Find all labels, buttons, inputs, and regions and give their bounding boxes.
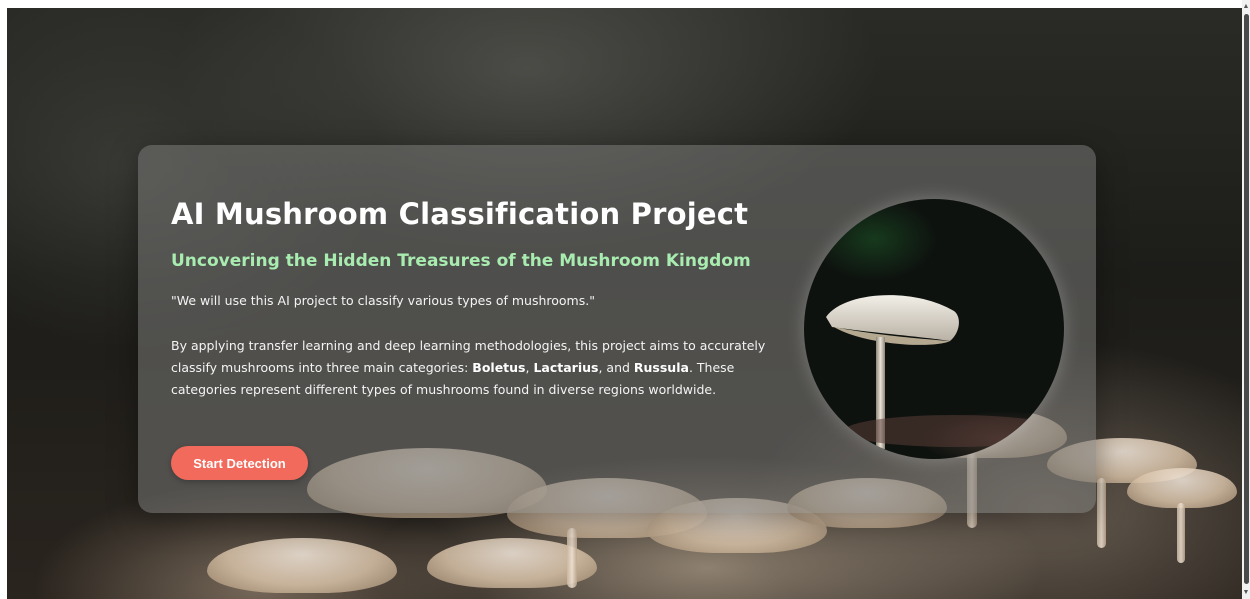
up-arrow-icon[interactable]: ▲	[1242, 2, 1250, 12]
background-mushroom	[1127, 468, 1237, 508]
background-mushroom-stem	[1097, 478, 1106, 548]
mushroom-photo	[804, 199, 1064, 459]
project-quote: "We will use this AI project to classify…	[171, 293, 595, 308]
category-russula: Russula	[633, 360, 689, 375]
category-lactarius: Lactarius	[533, 360, 599, 375]
background-mushroom-stem	[567, 528, 577, 588]
mushroom-illustration	[826, 295, 1064, 449]
background-mushroom	[207, 538, 397, 593]
start-detection-button[interactable]: Start Detection	[171, 446, 308, 480]
scrollbar-thumb[interactable]	[1244, 14, 1249, 584]
project-description: By applying transfer learning and deep l…	[171, 335, 771, 401]
category-boletus: Boletus	[472, 360, 526, 375]
description-separator: , and	[598, 360, 634, 375]
hero-card: AI Mushroom Classification Project Uncov…	[138, 145, 1096, 513]
page-subtitle: Uncovering the Hidden Treasures of the M…	[171, 251, 751, 271]
background-mushroom-stem	[1177, 503, 1185, 563]
down-arrow-icon[interactable]: ▼	[1242, 588, 1250, 598]
page-title: AI Mushroom Classification Project	[171, 197, 749, 231]
